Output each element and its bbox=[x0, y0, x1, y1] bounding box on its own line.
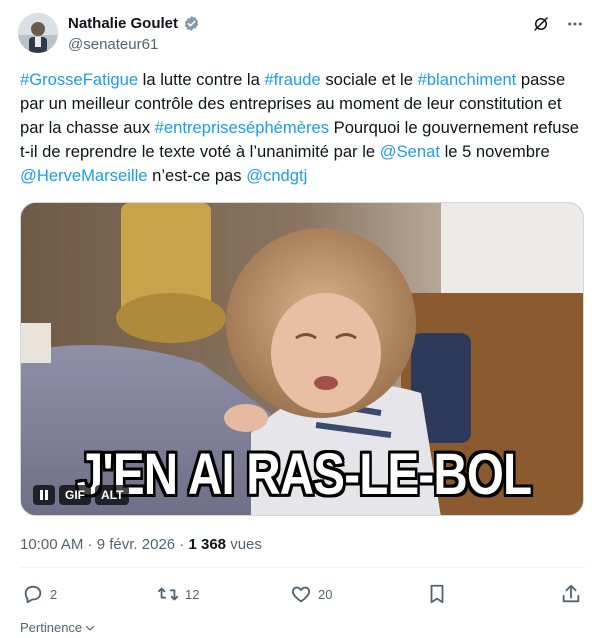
tweet-card: Nathalie Goulet @senateur61 #GrosseFatig… bbox=[0, 0, 605, 638]
mention-link[interactable]: @Senat bbox=[380, 142, 440, 161]
mention-link[interactable]: @cndgtj bbox=[246, 166, 307, 185]
tweet-text-segment: la lutte contre la bbox=[138, 70, 265, 89]
tweet-text-segment: n’est-ce pas bbox=[147, 166, 247, 185]
sort-label: Pertinence bbox=[20, 620, 83, 635]
verified-badge-icon[interactable] bbox=[183, 15, 200, 32]
share-button[interactable] bbox=[560, 583, 582, 605]
meta-separator-2: · bbox=[175, 536, 189, 553]
mention-link[interactable]: @HerveMarseille bbox=[20, 166, 148, 185]
chevron-down-icon bbox=[86, 625, 95, 631]
top-actions bbox=[531, 14, 585, 34]
pause-button[interactable] bbox=[33, 485, 55, 505]
hashtag-link[interactable]: #blanchiment bbox=[418, 70, 517, 89]
repost-count: 12 bbox=[185, 586, 200, 602]
author-display-name[interactable]: Nathalie Goulet bbox=[68, 14, 178, 33]
reply-button[interactable]: 2 bbox=[22, 583, 57, 605]
heart-icon bbox=[291, 586, 311, 603]
meta-separator: · bbox=[83, 536, 97, 553]
tweet-media-gif[interactable]: J'EN AI RAS-LE-BOL GIF ALT bbox=[20, 202, 584, 516]
pause-icon bbox=[40, 490, 48, 500]
author-name-row[interactable]: Nathalie Goulet bbox=[68, 14, 200, 33]
bookmark-button[interactable] bbox=[426, 583, 448, 605]
tweet-time[interactable]: 10:00 AM bbox=[20, 536, 83, 553]
share-icon bbox=[562, 584, 580, 603]
divider bbox=[20, 567, 585, 568]
hashtag-link[interactable]: #entrepriseséphémères bbox=[155, 118, 329, 137]
reply-count: 2 bbox=[50, 586, 58, 602]
views-count: 1 368 bbox=[188, 536, 227, 553]
more-options-icon[interactable] bbox=[565, 14, 585, 34]
sort-replies-dropdown[interactable]: Pertinence bbox=[20, 620, 96, 635]
hashtag-link[interactable]: #GrosseFatigue bbox=[20, 70, 138, 89]
engagement-bar: 2 12 20 bbox=[20, 583, 586, 609]
alt-text-button[interactable]: ALT bbox=[95, 485, 130, 505]
tweet-text: #GrosseFatigue la lutte contre la #fraud… bbox=[20, 68, 590, 188]
author-handle[interactable]: @senateur61 bbox=[68, 35, 158, 54]
hashtag-link[interactable]: #fraude bbox=[264, 70, 320, 89]
grok-icon[interactable] bbox=[531, 14, 551, 34]
tweet-text-segment: sociale et le bbox=[320, 70, 418, 89]
repost-button[interactable]: 12 bbox=[157, 583, 199, 605]
bookmark-icon bbox=[430, 584, 444, 604]
media-controls: GIF ALT bbox=[33, 485, 130, 505]
gif-caption: J'EN AI RAS-LE-BOL bbox=[76, 442, 532, 507]
repost-icon bbox=[157, 587, 179, 601]
avatar[interactable] bbox=[18, 13, 58, 53]
tweet-date[interactable]: 9 févr. 2026 bbox=[97, 536, 175, 553]
gif-badge: GIF bbox=[59, 485, 91, 505]
tweet-timestamp-views: 10:00 AM · 9 févr. 2026 · 1 368 vues bbox=[20, 535, 262, 555]
tweet-text-segment: le 5 novembre bbox=[439, 142, 550, 161]
like-count: 20 bbox=[318, 586, 333, 602]
reply-icon bbox=[24, 585, 42, 604]
views-label: vues bbox=[226, 536, 262, 553]
like-button[interactable]: 20 bbox=[290, 583, 332, 605]
